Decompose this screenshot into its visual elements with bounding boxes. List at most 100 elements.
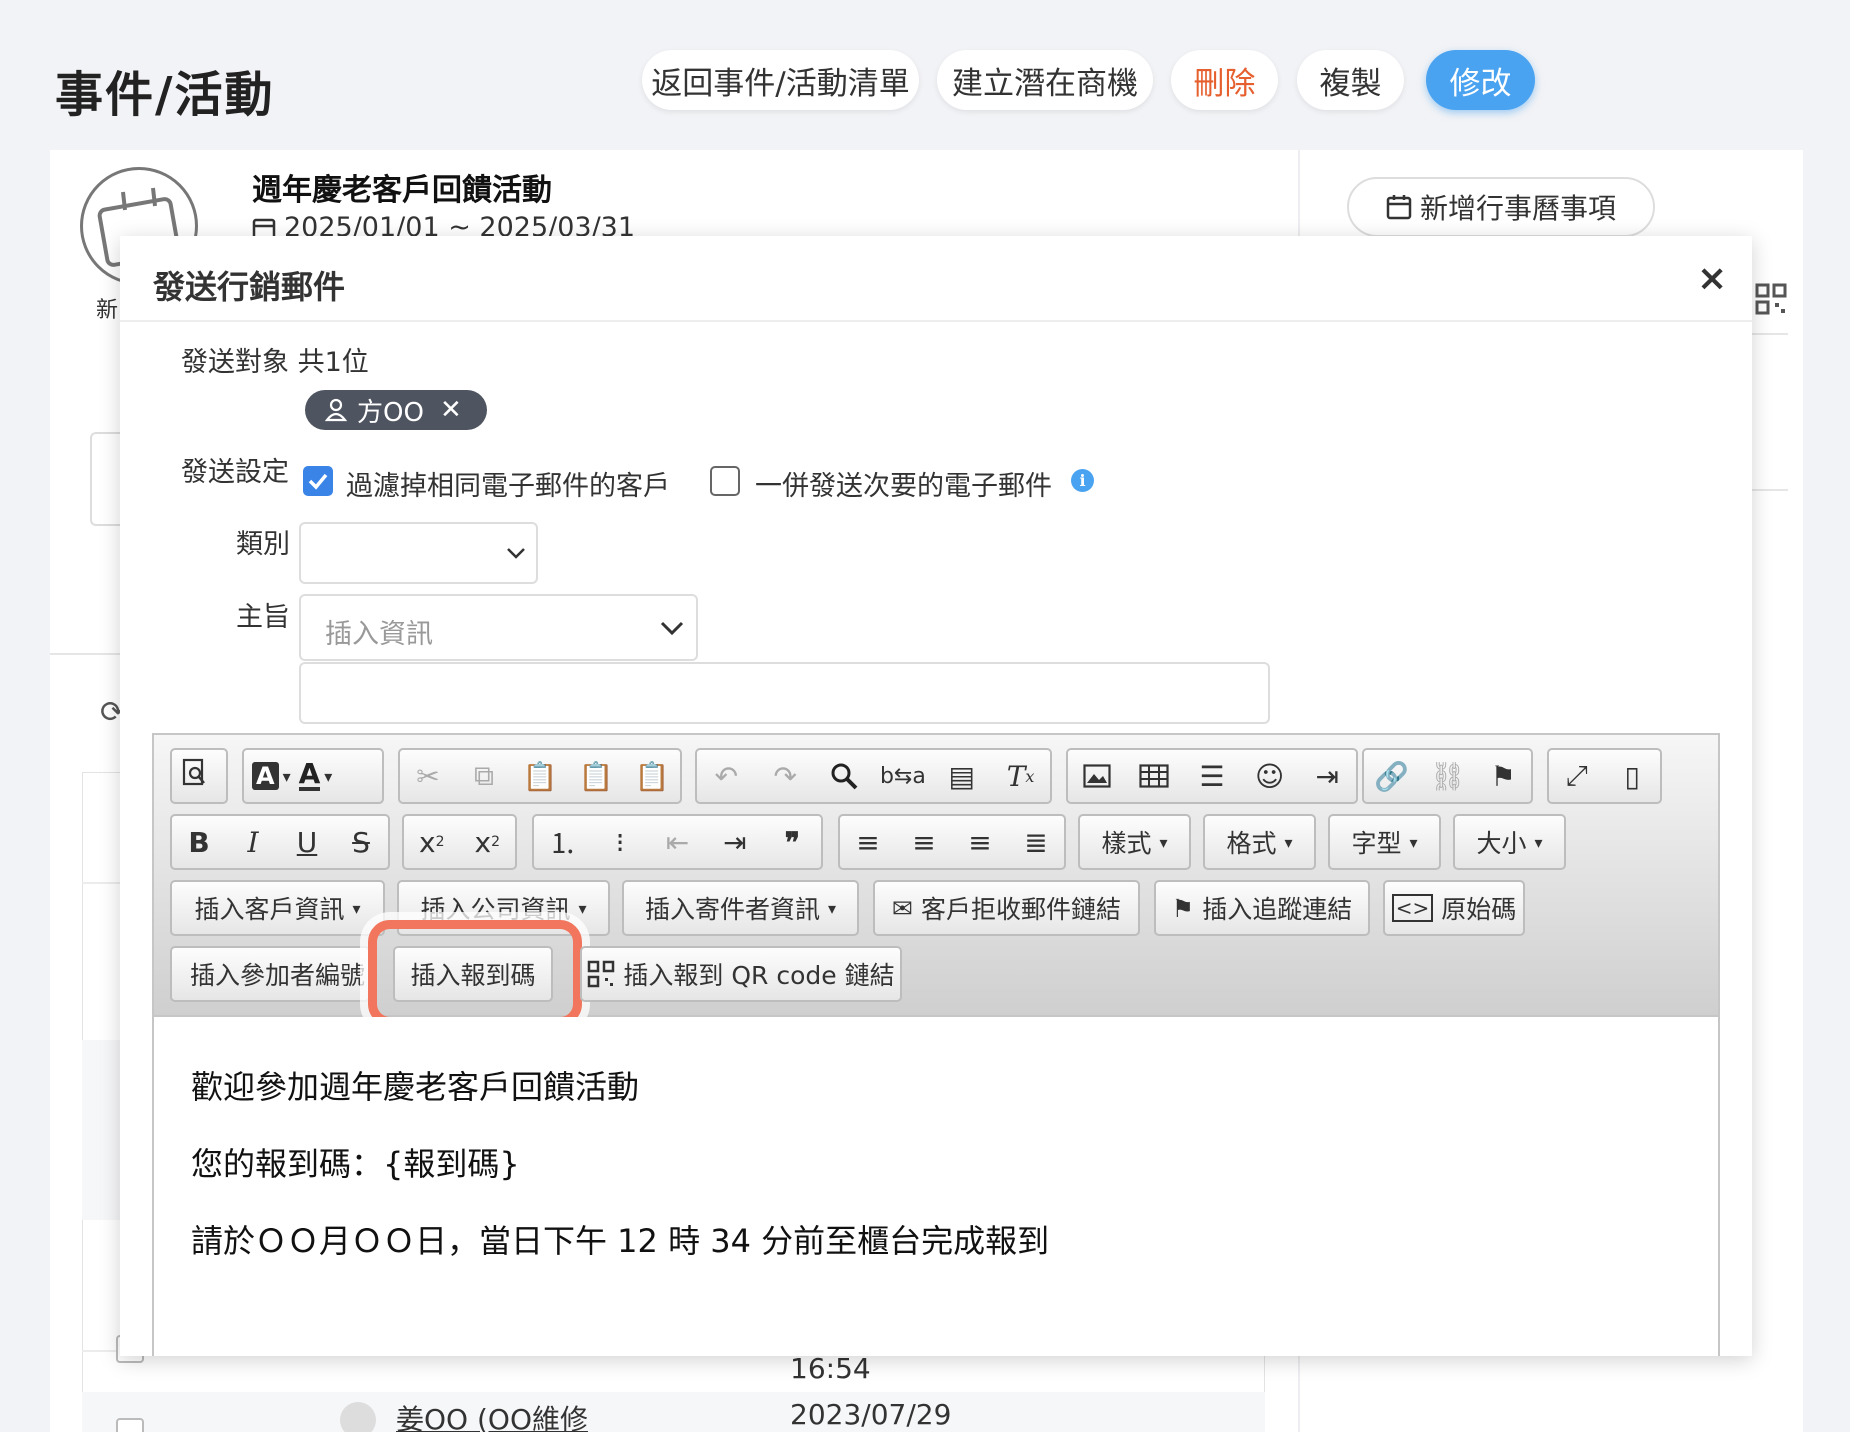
table-icon[interactable] (1132, 754, 1176, 798)
back-to-list-button[interactable]: 返回事件/活動清單 (642, 50, 919, 110)
source-code-icon: <> (1391, 894, 1434, 922)
filter-duplicate-checkbox[interactable] (303, 466, 333, 496)
redo-icon[interactable]: ↷ (763, 754, 807, 798)
insert-sender-info-dropdown[interactable]: 插入寄件者資訊 ▾ (622, 880, 859, 936)
edit-button[interactable]: 修改 (1426, 50, 1535, 110)
insert-customer-info-dropdown[interactable]: 插入客戶資訊 ▾ (170, 880, 385, 936)
close-icon[interactable]: × (1697, 258, 1727, 299)
insert-info-select[interactable]: 插入資訊 (299, 594, 698, 661)
size-label: 大小 (1476, 829, 1527, 858)
styles-dropdown[interactable]: 樣式 ▾ (1078, 814, 1191, 870)
image-icon[interactable] (1075, 754, 1119, 798)
subject-input[interactable] (299, 662, 1270, 724)
insert-participant-number-button[interactable]: 插入參加者編號 (170, 946, 370, 1002)
filter-duplicate-label: 過濾掉相同電子郵件的客戶 (346, 471, 670, 502)
user-icon (325, 398, 347, 422)
link-icon[interactable]: 🔗 (1370, 754, 1414, 798)
chevron-down-icon: ▾ (578, 898, 587, 918)
remove-format-icon[interactable]: Tx (999, 754, 1043, 798)
numbered-list-icon[interactable]: ⒈ (541, 820, 585, 864)
chevron-down-icon: ▾ (1409, 832, 1418, 852)
qr-code-icon[interactable] (1755, 283, 1787, 315)
outdent-icon[interactable]: ⇤ (655, 820, 699, 864)
toolbar-group-view: ⤢ ▯ (1547, 748, 1662, 804)
italic-icon[interactable]: I (231, 820, 275, 864)
subscript-icon[interactable]: x2 (410, 820, 454, 864)
paste-icon[interactable]: 📋 (518, 754, 562, 798)
modal-title: 發送行銷郵件 (153, 268, 346, 306)
font-dropdown[interactable]: 字型 ▾ (1328, 814, 1441, 870)
cut-icon[interactable]: ✂ (406, 754, 450, 798)
qr-code-icon (588, 960, 615, 988)
background-color-icon[interactable]: A ▾ (252, 762, 291, 790)
source-code-button[interactable]: <> 原始碼 (1383, 880, 1525, 936)
anchor-flag-icon[interactable]: ⚑ (1481, 754, 1525, 798)
paste-text-icon[interactable]: 📋 (574, 754, 618, 798)
copy-icon[interactable]: ⧉ (462, 754, 506, 798)
participant-link[interactable]: 姜OO (OO維修 (396, 1398, 588, 1432)
size-dropdown[interactable]: 大小 ▾ (1453, 814, 1566, 870)
recipient-name: 方OO (357, 397, 424, 428)
align-justify-icon[interactable]: ≣ (1014, 820, 1058, 864)
recipient-chip: 方OO ✕ (305, 390, 487, 430)
chevron-down-icon: ▾ (1534, 832, 1543, 852)
info-icon[interactable]: i (1071, 469, 1094, 492)
category-select[interactable] (299, 522, 538, 584)
insert-info-placeholder: 插入資訊 (325, 619, 433, 650)
blockquote-icon[interactable]: ❞ (770, 820, 814, 864)
create-opportunity-button[interactable]: 建立潛在商機 (937, 50, 1153, 110)
select-all-icon[interactable]: ▤ (940, 754, 984, 798)
page-break-icon[interactable]: ⇥ (1305, 754, 1349, 798)
horizontal-line-icon[interactable]: ☰ (1190, 754, 1234, 798)
maximize-icon[interactable]: ⤢ (1555, 754, 1599, 798)
toolbar-group-colors: A ▾ A ▾ (242, 748, 384, 804)
replace-icon[interactable]: b⇆a (880, 754, 926, 798)
superscript-icon[interactable]: x2 (465, 820, 509, 864)
chevron-down-icon: ▾ (1284, 832, 1293, 852)
insert-sender-info-label: 插入寄件者資訊 (644, 895, 820, 924)
align-right-icon[interactable]: ≡ (958, 820, 1002, 864)
text-color-icon[interactable]: A ▾ (298, 760, 332, 791)
add-calendar-label: 新增行事曆事項 (1419, 192, 1616, 225)
bulleted-list-icon[interactable]: ⁝ (598, 820, 642, 864)
toolbar-group-edit: ↶ ↷ b⇆a ▤ Tx (695, 748, 1052, 804)
send-secondary-checkbox[interactable] (710, 466, 740, 496)
row-date: 2023/07/29 (790, 1398, 952, 1431)
checkmark-icon (308, 473, 328, 490)
bold-icon[interactable]: B (177, 820, 221, 864)
remove-recipient-icon[interactable]: ✕ (440, 395, 462, 425)
unlink-icon[interactable]: ⛓ (1425, 754, 1469, 798)
preview-icon[interactable] (172, 750, 216, 794)
settings-label: 發送設定 (181, 457, 289, 488)
delete-button[interactable]: 刪除 (1171, 50, 1278, 110)
smiley-icon[interactable]: ☺ (1248, 754, 1292, 798)
toolbar-group-links: 🔗 ⛓ ⚑ (1362, 748, 1533, 804)
add-calendar-button[interactable]: 新增行事曆事項 (1347, 177, 1655, 237)
strikethrough-icon[interactable]: S (339, 820, 383, 864)
unsubscribe-link-button[interactable]: ✉ 客戶拒收郵件鏈結 (873, 880, 1140, 936)
format-label: 格式 (1226, 829, 1277, 858)
recipients-label: 發送對象 共1位 (181, 347, 369, 378)
font-label: 字型 (1351, 829, 1402, 858)
page-title: 事件/活動 (55, 67, 275, 123)
toolbar-group-scripts: x2 x2 (402, 814, 517, 870)
undo-icon[interactable]: ↶ (704, 754, 748, 798)
insert-checkin-qr-link-button[interactable]: 插入報到 QR code 鏈結 (580, 946, 902, 1002)
chevron-down-icon: ▾ (352, 898, 361, 918)
show-blocks-icon[interactable]: ▯ (1610, 754, 1654, 798)
align-left-icon[interactable]: ≡ (846, 820, 890, 864)
insert-tracking-link-label: 插入追蹤連結 (1202, 895, 1353, 924)
align-center-icon[interactable]: ≡ (902, 820, 946, 864)
subject-label: 主旨 (236, 602, 290, 633)
insert-tracking-link-button[interactable]: ⚑ 插入追蹤連結 (1154, 880, 1370, 936)
format-dropdown[interactable]: 格式 ▾ (1203, 814, 1316, 870)
row-checkbox[interactable] (116, 1418, 144, 1432)
find-icon[interactable] (822, 754, 866, 798)
category-label: 類別 (236, 529, 290, 560)
indent-icon[interactable]: ⇥ (713, 820, 757, 864)
unsubscribe-mail-icon: ✉ (892, 893, 913, 923)
chevron-down-icon: ▾ (827, 898, 837, 918)
paste-word-icon[interactable]: 📋 (630, 754, 674, 798)
copy-button[interactable]: 複製 (1297, 50, 1404, 110)
underline-icon[interactable]: U (285, 820, 329, 864)
